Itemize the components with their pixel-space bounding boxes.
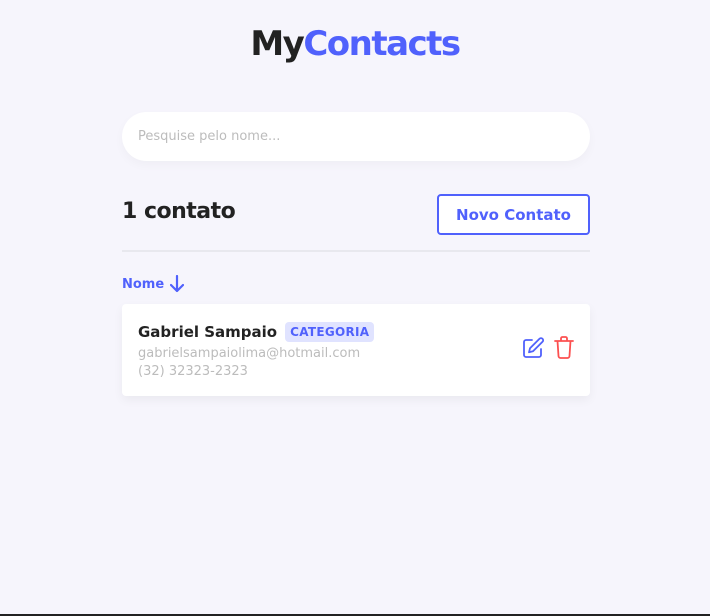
search-container <box>122 112 590 161</box>
list-header: 1 contato Novo Contato <box>122 193 590 235</box>
contact-name-row: Gabriel Sampaio CATEGORIA <box>138 320 375 344</box>
logo-part-contacts: Contacts <box>303 24 461 64</box>
contact-card: Gabriel Sampaio CATEGORIA gabrielsampaio… <box>122 304 590 396</box>
sort-by-name-button[interactable]: Nome <box>122 275 185 293</box>
new-contact-button[interactable]: Novo Contato <box>437 194 590 235</box>
contact-info: Gabriel Sampaio CATEGORIA gabrielsampaio… <box>138 320 375 381</box>
category-badge: CATEGORIA <box>285 322 375 342</box>
trash-icon[interactable] <box>554 336 574 359</box>
divider <box>122 250 590 252</box>
contact-email: gabrielsampaiolima@hotmail.com <box>138 346 361 361</box>
app-logo: MyContacts <box>0 24 710 64</box>
contact-phone: (32) 32323-2323 <box>138 364 248 379</box>
search-input[interactable] <box>122 112 590 161</box>
contact-count: 1 contato <box>122 199 236 224</box>
contact-actions <box>522 336 574 359</box>
logo-part-my: My <box>250 24 305 64</box>
sort-label: Nome <box>122 276 165 292</box>
edit-icon[interactable] <box>522 336 544 359</box>
contact-name: Gabriel Sampaio <box>138 323 278 341</box>
arrow-down-icon <box>170 275 185 293</box>
